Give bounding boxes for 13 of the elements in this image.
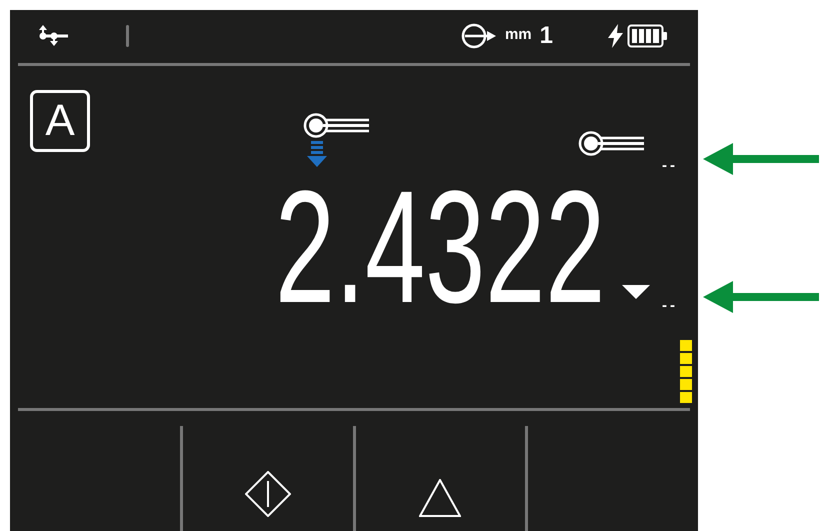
circle-arrow-icon — [460, 23, 497, 50]
mode-indicator: A — [30, 90, 90, 152]
probe-icon — [303, 112, 369, 139]
probe-icon — [578, 130, 644, 157]
measurement-reading: 2.4322 — [275, 166, 606, 327]
unit-label: mm — [504, 25, 532, 45]
battery-icon — [627, 24, 668, 48]
diamond-icon[interactable] — [244, 471, 291, 518]
channel-number: 1 — [540, 21, 553, 52]
down-triangle-icon — [622, 284, 650, 299]
lower-limit-value: -- — [662, 298, 678, 313]
triangle-icon[interactable] — [419, 479, 462, 518]
upper-limit-value: -- — [662, 158, 678, 173]
